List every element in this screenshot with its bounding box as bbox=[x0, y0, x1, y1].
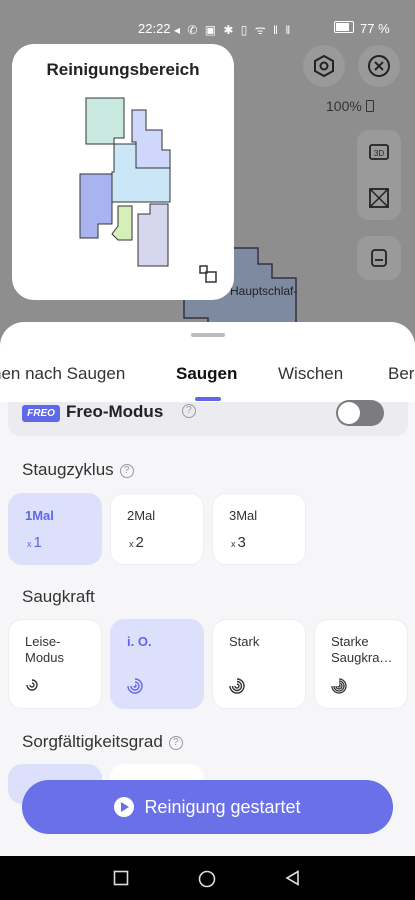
status-time: 22:22 bbox=[138, 21, 171, 36]
suction-strong-icon bbox=[229, 678, 245, 694]
tab-saugen[interactable]: Saugen bbox=[176, 364, 237, 384]
map-view-panel: 3D bbox=[357, 130, 401, 220]
suction-low-icon bbox=[26, 679, 38, 691]
option-value: x1 bbox=[27, 534, 42, 551]
freo-mode-row: FREO Freo-Modus ? bbox=[8, 400, 408, 436]
back-icon[interactable] bbox=[285, 870, 301, 886]
robot-icon bbox=[371, 249, 387, 267]
tab-saugen-wischen[interactable]: hen nach Saugen bbox=[0, 364, 125, 384]
3d-view-icon[interactable]: 3D bbox=[368, 141, 390, 163]
option-label: 3Mal bbox=[229, 508, 258, 523]
status-bar: 22:22 ◂ ✆ ▣ ✱ ▯ ᯤ ‖ ‖ 77 % bbox=[0, 0, 415, 37]
robot-battery-icon bbox=[365, 100, 374, 112]
battery-icon bbox=[334, 21, 354, 33]
tab-indicator bbox=[195, 397, 221, 401]
freo-mode-toggle[interactable] bbox=[336, 400, 384, 426]
toggle-knob bbox=[338, 402, 360, 424]
freo-badge: FREO bbox=[22, 405, 60, 422]
android-navbar bbox=[0, 856, 415, 900]
suction-max-icon bbox=[331, 678, 347, 694]
cleaning-area-title: Reinigungsbereich bbox=[46, 60, 200, 79]
option-value: x2 bbox=[129, 534, 144, 551]
option-value: x3 bbox=[231, 534, 246, 551]
option-label: Stark bbox=[229, 634, 260, 649]
saugkraft-option-stark[interactable]: Stark bbox=[212, 619, 306, 709]
staugzyklus-title: Staugzyklus? bbox=[22, 460, 134, 480]
freo-mode-label: Freo-Modus bbox=[66, 402, 164, 421]
close-button[interactable] bbox=[358, 45, 400, 87]
robot-button[interactable] bbox=[357, 236, 401, 280]
option-label: Starke Saugkra… bbox=[331, 634, 393, 665]
suction-normal-icon bbox=[127, 678, 143, 694]
start-cleaning-button[interactable]: Reinigung gestartet bbox=[22, 780, 393, 834]
svg-text:3D: 3D bbox=[374, 149, 384, 158]
saugkraft-title: Saugkraft bbox=[22, 587, 95, 606]
saugkraft-option-io[interactable]: i. O. bbox=[110, 619, 204, 709]
settings-sheet: hen nach Saugen Saugen Wischen Ber FREO … bbox=[0, 322, 415, 856]
saugkraft-option-max[interactable]: Starke Saugkra… bbox=[314, 619, 408, 709]
settings-button[interactable] bbox=[303, 45, 345, 87]
recent-apps-icon[interactable] bbox=[113, 870, 129, 886]
help-icon[interactable]: ? bbox=[182, 404, 196, 418]
map-room-label: Hauptschlaf- bbox=[230, 284, 298, 298]
staugzyklus-option-2[interactable]: 2Mal x2 bbox=[110, 493, 204, 565]
status-icons: ◂ ✆ ▣ ✱ ▯ ᯤ ‖ ‖ bbox=[174, 23, 293, 37]
floor-plan-preview bbox=[79, 97, 171, 267]
play-icon bbox=[114, 797, 135, 817]
option-label: 2Mal bbox=[127, 508, 156, 523]
tab-wischen[interactable]: Wischen bbox=[278, 364, 343, 384]
mode-tabs: hen nach Saugen Saugen Wischen Ber bbox=[0, 364, 415, 400]
home-icon[interactable] bbox=[198, 870, 216, 888]
staugzyklus-option-3[interactable]: 3Mal x3 bbox=[212, 493, 306, 565]
start-button-label: Reinigung gestartet bbox=[144, 796, 301, 817]
hexagon-settings-icon bbox=[314, 54, 334, 78]
close-icon bbox=[368, 55, 390, 77]
option-label: i. O. bbox=[127, 634, 152, 649]
option-label: Leise- Modus bbox=[25, 634, 65, 665]
expand-icon[interactable] bbox=[198, 264, 218, 284]
tab-more[interactable]: Ber bbox=[388, 364, 414, 384]
staugzyklus-option-1[interactable]: 1Mal x1 bbox=[8, 493, 102, 565]
sorgfalt-title: Sorgfältigkeitsgrad? bbox=[22, 732, 183, 752]
map-edit-icon[interactable] bbox=[368, 187, 390, 209]
robot-battery-level: 100% bbox=[326, 98, 374, 114]
sheet-handle[interactable] bbox=[191, 333, 225, 337]
option-label: 1Mal bbox=[25, 508, 54, 523]
help-icon[interactable]: ? bbox=[119, 463, 134, 478]
cleaning-area-card[interactable]: Reinigungsbereich bbox=[12, 44, 234, 300]
status-battery: 77 % bbox=[360, 21, 390, 36]
saugkraft-option-leise[interactable]: Leise- Modus bbox=[8, 619, 102, 709]
help-icon[interactable]: ? bbox=[168, 735, 183, 750]
